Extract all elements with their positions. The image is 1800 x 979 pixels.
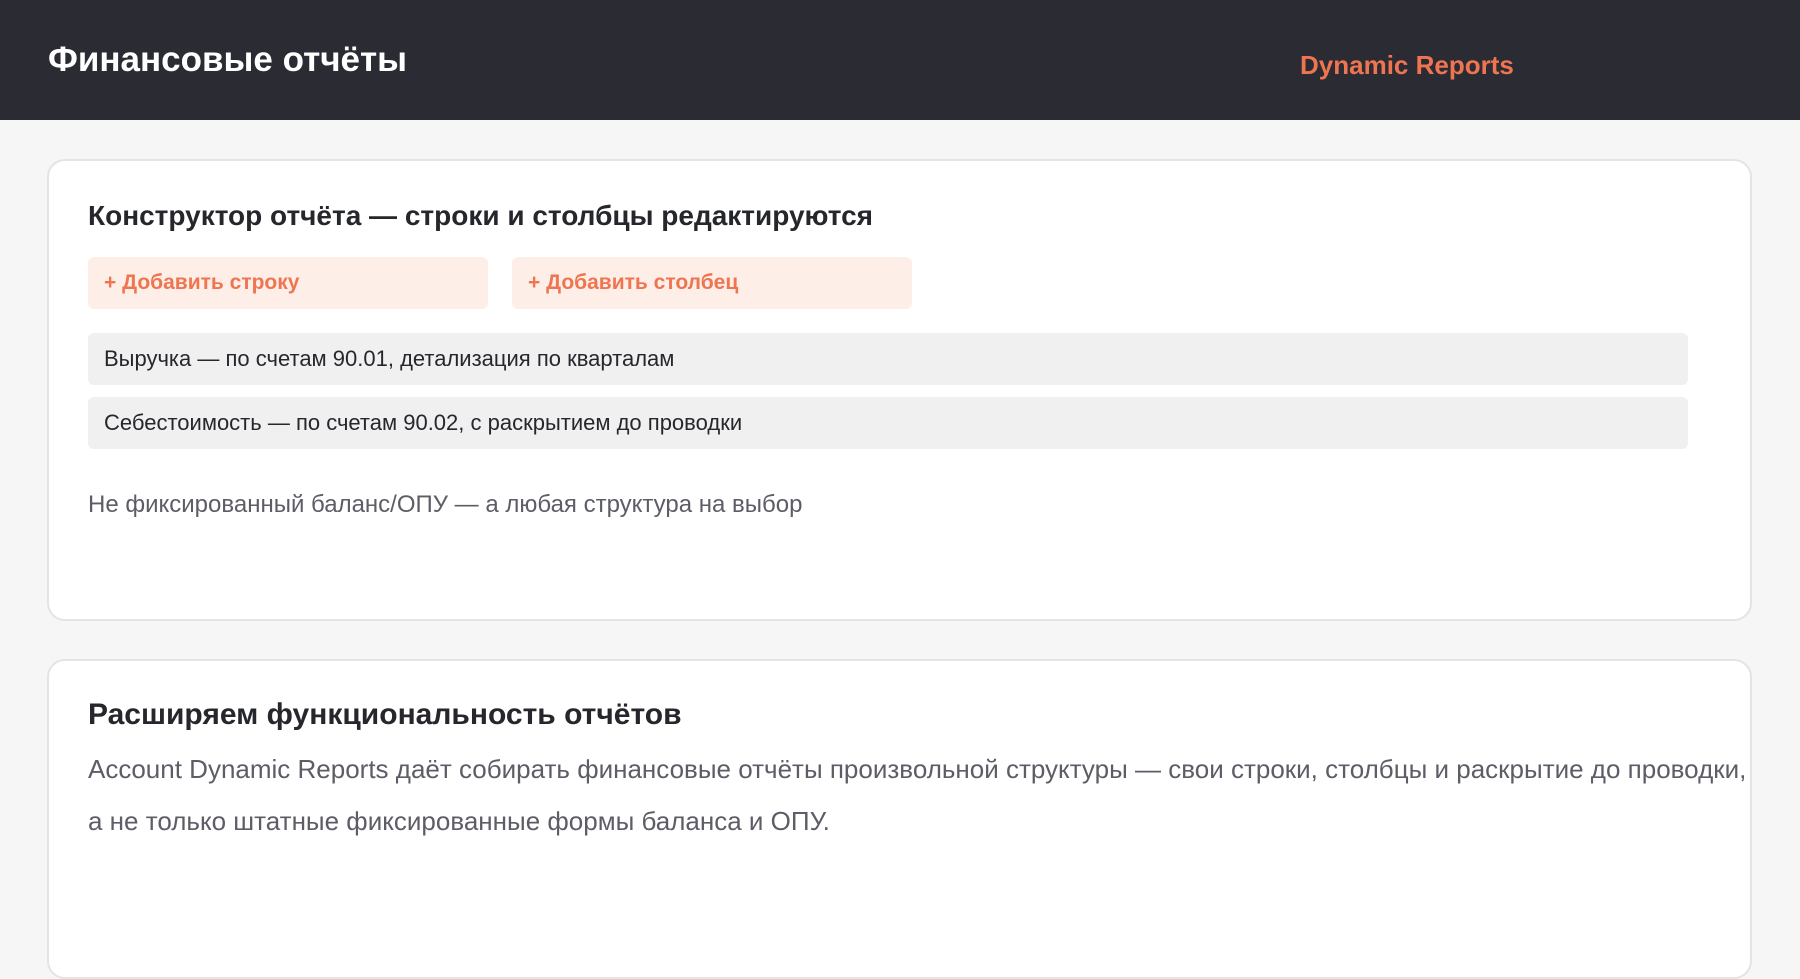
- builder-note: Не фиксированный баланс/ОПУ — а любая ст…: [88, 491, 803, 518]
- app-header: Финансовые отчёты Dynamic Reports: [0, 0, 1800, 120]
- page-title: Финансовые отчёты: [48, 40, 408, 79]
- brand-link[interactable]: Dynamic Reports: [1300, 48, 1514, 82]
- report-row-revenue[interactable]: Выручка — по счетам 90.01, детализация п…: [88, 333, 1688, 385]
- feature-description: Account Dynamic Reports даёт собирать фи…: [88, 754, 1747, 836]
- add-row-button[interactable]: + Добавить строку: [88, 257, 488, 309]
- report-builder-title: Конструктор отчёта — строки и столбцы ре…: [88, 200, 873, 231]
- report-row-cost[interactable]: Себестоимость — по счетам 90.02, с раскр…: [88, 397, 1688, 449]
- add-column-button[interactable]: + Добавить столбец: [512, 257, 912, 309]
- feature-title: Расширяем функциональность отчётов: [88, 698, 682, 731]
- feature-card: Расширяем функциональность отчётов Accou…: [47, 659, 1752, 979]
- report-builder-card: Конструктор отчёта — строки и столбцы ре…: [47, 159, 1752, 621]
